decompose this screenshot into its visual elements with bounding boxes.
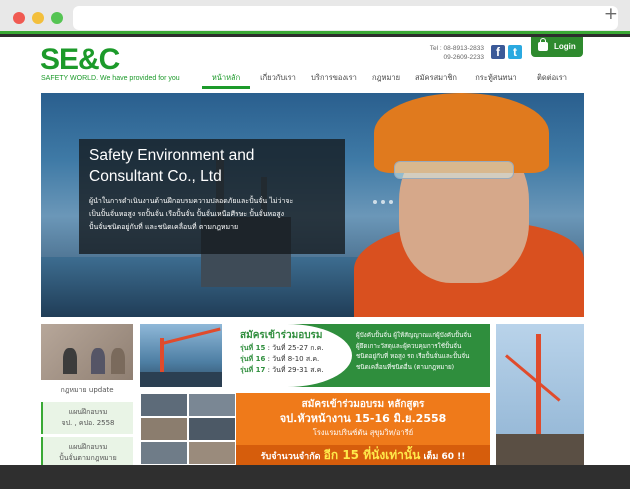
browser-window: + SE&C SAFETY WORLD. We have provided fo… bbox=[0, 0, 630, 489]
contact-phone-2: 09-2609-2233 bbox=[443, 54, 484, 61]
lock-icon bbox=[538, 38, 548, 51]
sidebar-link-sublabel: ปั้นจั่นตามกฎหมาย bbox=[59, 454, 117, 462]
nav-item-register[interactable]: สมัครสมาชิก bbox=[408, 71, 464, 89]
contact-info: Tel : 08-8913-2833 09-2609-2233 bbox=[410, 44, 484, 62]
hero-description-line-2: เป็นปั้นจั่นหอสูง รถปั้นจั่น เรือปั้นจั่… bbox=[89, 210, 285, 218]
sidebar-link-label: แผนฝึกอบรม bbox=[68, 443, 108, 451]
site-logo[interactable]: SE&C bbox=[40, 45, 120, 75]
classroom-photo bbox=[140, 417, 188, 441]
twitter-icon[interactable]: t bbox=[508, 45, 522, 59]
round-date: : วันที่ 25-27 ก.ค. bbox=[267, 344, 324, 352]
office-person-figure bbox=[91, 348, 105, 374]
hero-description-line-1: ผู้นำในการดำเนินงานด้านฝึกอบรมความปลอดภั… bbox=[89, 197, 294, 205]
nav-item-about[interactable]: เกี่ยวกับเรา bbox=[252, 71, 304, 89]
maximize-window-button[interactable] bbox=[51, 12, 63, 24]
login-label: Login bbox=[554, 42, 576, 51]
classroom-photo bbox=[140, 441, 188, 465]
classroom-photo bbox=[188, 417, 236, 441]
login-button[interactable]: Login bbox=[531, 37, 583, 57]
facebook-icon[interactable]: f bbox=[491, 45, 505, 59]
training-rounds-panel: สมัครเข้าร่วมอบรม รุ่นที่ 15 : วันที่ 25… bbox=[222, 324, 352, 387]
nav-item-contact[interactable]: ติดต่อเรา bbox=[528, 71, 576, 89]
round-label: รุ่นที่ 16 bbox=[240, 355, 266, 363]
office-photo[interactable] bbox=[41, 324, 133, 380]
crane-photo[interactable] bbox=[496, 324, 584, 465]
safety-course-banner[interactable]: สมัครเข้าร่วมอบรม หลักสูตร จป.หัวหน้างาน… bbox=[140, 393, 490, 465]
hero-title-line-2: Consultant Co., Ltd bbox=[89, 168, 222, 185]
seats-limited-band: รับจำนวนจำกัด อีก 15 ที่นั่งเท่านั้น เต็… bbox=[236, 445, 490, 465]
training-description-line: ผู้บังคับปั้นจั่น ผู้ให้สัญญาณแก่ผู้บังค… bbox=[356, 332, 472, 339]
slider-dot[interactable] bbox=[373, 200, 377, 204]
sidebar-link-label: แผนฝึกอบรม bbox=[68, 408, 108, 416]
sidebar-links: กฎหมาย update แผนฝึกอบรม จป. , คปอ. 2558… bbox=[41, 382, 133, 465]
hero-description: ผู้นำในการดำเนินงานด้านฝึกอบรมความปลอดภั… bbox=[89, 195, 335, 234]
slider-dot[interactable] bbox=[389, 200, 393, 204]
sidebar-link-sublabel: จป. , คปอ. 2558 bbox=[61, 419, 115, 427]
slider-dot[interactable] bbox=[381, 200, 385, 204]
seats-prefix: รับจำนวนจำกัด bbox=[260, 452, 321, 462]
nav-item-forum[interactable]: กระทู้สนทนา bbox=[464, 71, 528, 89]
classroom-photo bbox=[188, 393, 236, 417]
hero-title-line-1: Safety Environment and bbox=[89, 147, 255, 164]
minimize-window-button[interactable] bbox=[32, 12, 44, 24]
seats-remaining: อีก 15 ที่นั่งเท่านั้น bbox=[323, 448, 421, 462]
nav-item-law[interactable]: กฎหมาย bbox=[364, 71, 408, 89]
classroom-photo bbox=[188, 441, 236, 465]
new-tab-plus-icon[interactable]: + bbox=[604, 2, 618, 26]
hero-slider[interactable]: Safety Environment and Consultant Co., L… bbox=[41, 93, 584, 317]
crane-boom bbox=[505, 354, 561, 402]
office-person-figure bbox=[111, 348, 125, 374]
sidebar-link-training-plan-crane[interactable]: แผนฝึกอบรม ปั้นจั่นตามกฎหมาย bbox=[41, 437, 133, 465]
nav-item-services[interactable]: บริการของเรา bbox=[304, 71, 364, 89]
site-tagline: SAFETY WORLD. We have provided for you bbox=[41, 75, 180, 82]
round-label: รุ่นที่ 17 bbox=[240, 366, 266, 374]
sidebar-link-label: กฎหมาย update bbox=[60, 386, 114, 394]
round-label: รุ่นที่ 15 bbox=[240, 344, 266, 352]
sidebar-link-training-plan-safety[interactable]: แผนฝึกอบรม จป. , คปอ. 2558 bbox=[41, 402, 133, 434]
round-date: : วันที่ 8-10 ส.ค. bbox=[267, 355, 320, 363]
hero-caption: Safety Environment and Consultant Co., L… bbox=[79, 139, 345, 254]
training-round: รุ่นที่ 17 : วันที่ 29-31 ส.ค. bbox=[240, 365, 346, 376]
nav-item-home[interactable]: หน้าหลัก bbox=[200, 71, 252, 89]
main-navigation: หน้าหลัก เกี่ยวกับเรา บริการของเรา กฎหมา… bbox=[200, 71, 584, 89]
crane-training-banner[interactable]: สมัครเข้าร่วมอบรม รุ่นที่ 15 : วันที่ 25… bbox=[140, 324, 490, 387]
hero-description-line-3: ปั้นจั่นชนิดอยู่กับที่ และชนิดเคลื่อนที่… bbox=[89, 223, 239, 231]
seats-suffix: เต็ม 60 !! bbox=[423, 452, 466, 462]
hero-worker-glasses bbox=[394, 161, 514, 179]
training-description-line: ชนิดอยู่กับที่ หอสูง รถ เรือปั้นจั่นและป… bbox=[356, 353, 470, 360]
training-description-line: ผู้ยึดเกาะวัสดุและผู้ควบคุมการใช้ปั้นจั่… bbox=[356, 342, 462, 350]
office-person-figure bbox=[63, 348, 77, 374]
bottom-bar bbox=[0, 465, 630, 489]
browser-toolbar: + bbox=[0, 0, 630, 34]
course-title: สมัครเข้าร่วมอบรม หลักสูตร bbox=[301, 399, 425, 410]
crane-boom bbox=[161, 327, 221, 345]
close-window-button[interactable] bbox=[13, 12, 25, 24]
training-description-line: ชนิดเคลื่อนที่ชนิดอื่น (ตามกฎหมาย) bbox=[356, 363, 455, 371]
training-round: รุ่นที่ 16 : วันที่ 8-10 ส.ค. bbox=[240, 354, 346, 365]
slider-pagination bbox=[373, 200, 393, 204]
course-venue: โรงแรมปรินซ์ตัน สุขุมวิท/อารีย์ bbox=[312, 428, 414, 437]
classroom-photo bbox=[140, 393, 188, 417]
contact-phone-1: Tel : 08-8913-2833 bbox=[429, 45, 484, 52]
crane-base bbox=[496, 434, 584, 465]
training-description: ผู้บังคับปั้นจั่น ผู้ให้สัญญาณแก่ผู้บังค… bbox=[356, 331, 486, 373]
web-page: SE&C SAFETY WORLD. We have provided for … bbox=[0, 37, 630, 465]
classroom-photo-grid bbox=[140, 393, 236, 465]
address-bar[interactable] bbox=[73, 6, 618, 30]
round-date: : วันที่ 29-31 ส.ค. bbox=[267, 366, 324, 374]
course-date: จป.หัวหน้างาน 15-16 มิ.ย.2558 bbox=[279, 412, 447, 425]
training-title: สมัครเข้าร่วมอบรม bbox=[240, 330, 323, 341]
sidebar-link-law-update[interactable]: กฎหมาย update bbox=[41, 382, 133, 399]
training-round: รุ่นที่ 15 : วันที่ 25-27 ก.ค. bbox=[240, 343, 346, 354]
